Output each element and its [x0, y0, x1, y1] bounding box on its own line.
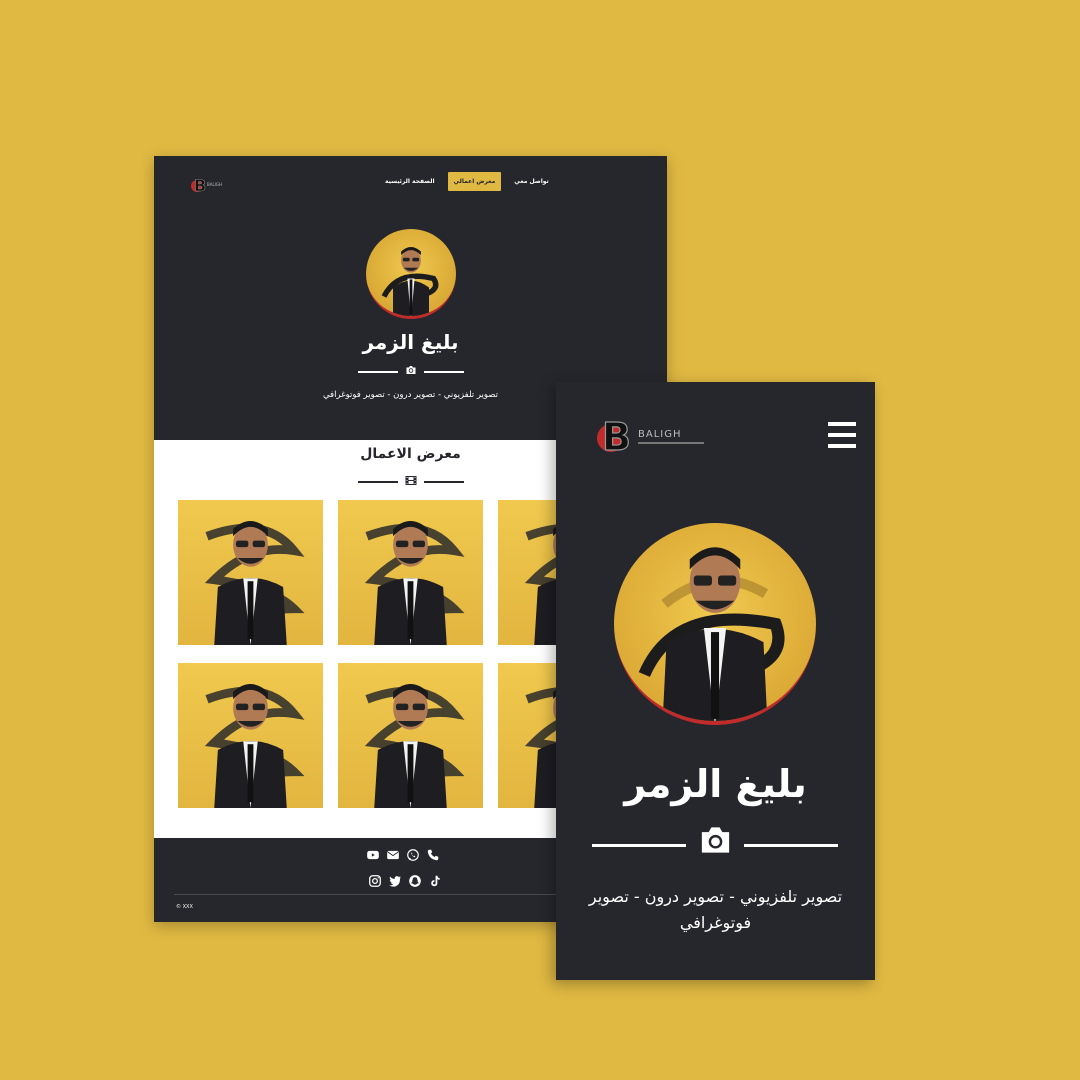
- gallery-thumbnail[interactable]: [178, 663, 323, 808]
- person-illustration: [638, 547, 785, 721]
- brand-logo[interactable]: B BALIGH: [594, 414, 708, 456]
- social-links-row: [366, 848, 440, 862]
- person-illustration: [381, 247, 439, 316]
- gallery-thumbnail[interactable]: [178, 500, 323, 645]
- person-illustration: [364, 684, 465, 808]
- snapchat-icon[interactable]: [408, 874, 422, 888]
- mobile-mockup: B BALIGH بليغ الزمر تصوير تلفزيوني - تصو…: [556, 382, 875, 980]
- nav-item-contact[interactable]: تواصل معي: [511, 172, 552, 191]
- social-links-row: [368, 874, 442, 888]
- nav-item-home[interactable]: الصفحة الرئيسية: [382, 172, 438, 191]
- profile-avatar: [366, 229, 456, 319]
- email-icon[interactable]: [386, 848, 400, 862]
- nav-item-portfolio[interactable]: معرض اعمالي: [447, 172, 502, 191]
- gallery-divider: [358, 474, 464, 488]
- instagram-icon[interactable]: [368, 874, 382, 888]
- brand-logo[interactable]: B BALIGH: [190, 176, 238, 194]
- camera-icon: [406, 366, 416, 374]
- youtube-icon[interactable]: [366, 848, 380, 862]
- gallery-thumbnail[interactable]: [338, 663, 483, 808]
- whatsapp-icon[interactable]: [406, 848, 420, 862]
- main-nav: تواصل معي معرض اعمالي الصفحة الرئيسية: [382, 172, 552, 191]
- film-icon: [405, 476, 417, 485]
- profile-name: بليغ الزمر: [362, 330, 459, 354]
- hero-divider: [592, 824, 838, 856]
- camera-icon: [701, 827, 730, 853]
- svg-text:BALIGH: BALIGH: [207, 182, 222, 187]
- person-illustration: [364, 521, 465, 645]
- hamburger-icon[interactable]: [828, 422, 856, 448]
- profile-subtitle: تصوير تلفزيوني - تصوير درون - تصوير فوتو…: [588, 887, 843, 932]
- gallery-thumbnail[interactable]: [338, 500, 483, 645]
- person-illustration: [204, 521, 305, 645]
- svg-text:B: B: [602, 415, 631, 456]
- twitter-icon[interactable]: [388, 874, 402, 888]
- person-illustration: [204, 684, 305, 808]
- hero-divider: [358, 364, 464, 378]
- copyright-text: © XXX: [176, 904, 193, 910]
- svg-text:BALIGH: BALIGH: [638, 429, 682, 440]
- profile-avatar: [614, 523, 816, 725]
- profile-name: بليغ الزمر: [624, 762, 807, 806]
- tiktok-icon[interactable]: [428, 874, 442, 888]
- phone-icon[interactable]: [426, 848, 440, 862]
- svg-text:B: B: [194, 176, 206, 194]
